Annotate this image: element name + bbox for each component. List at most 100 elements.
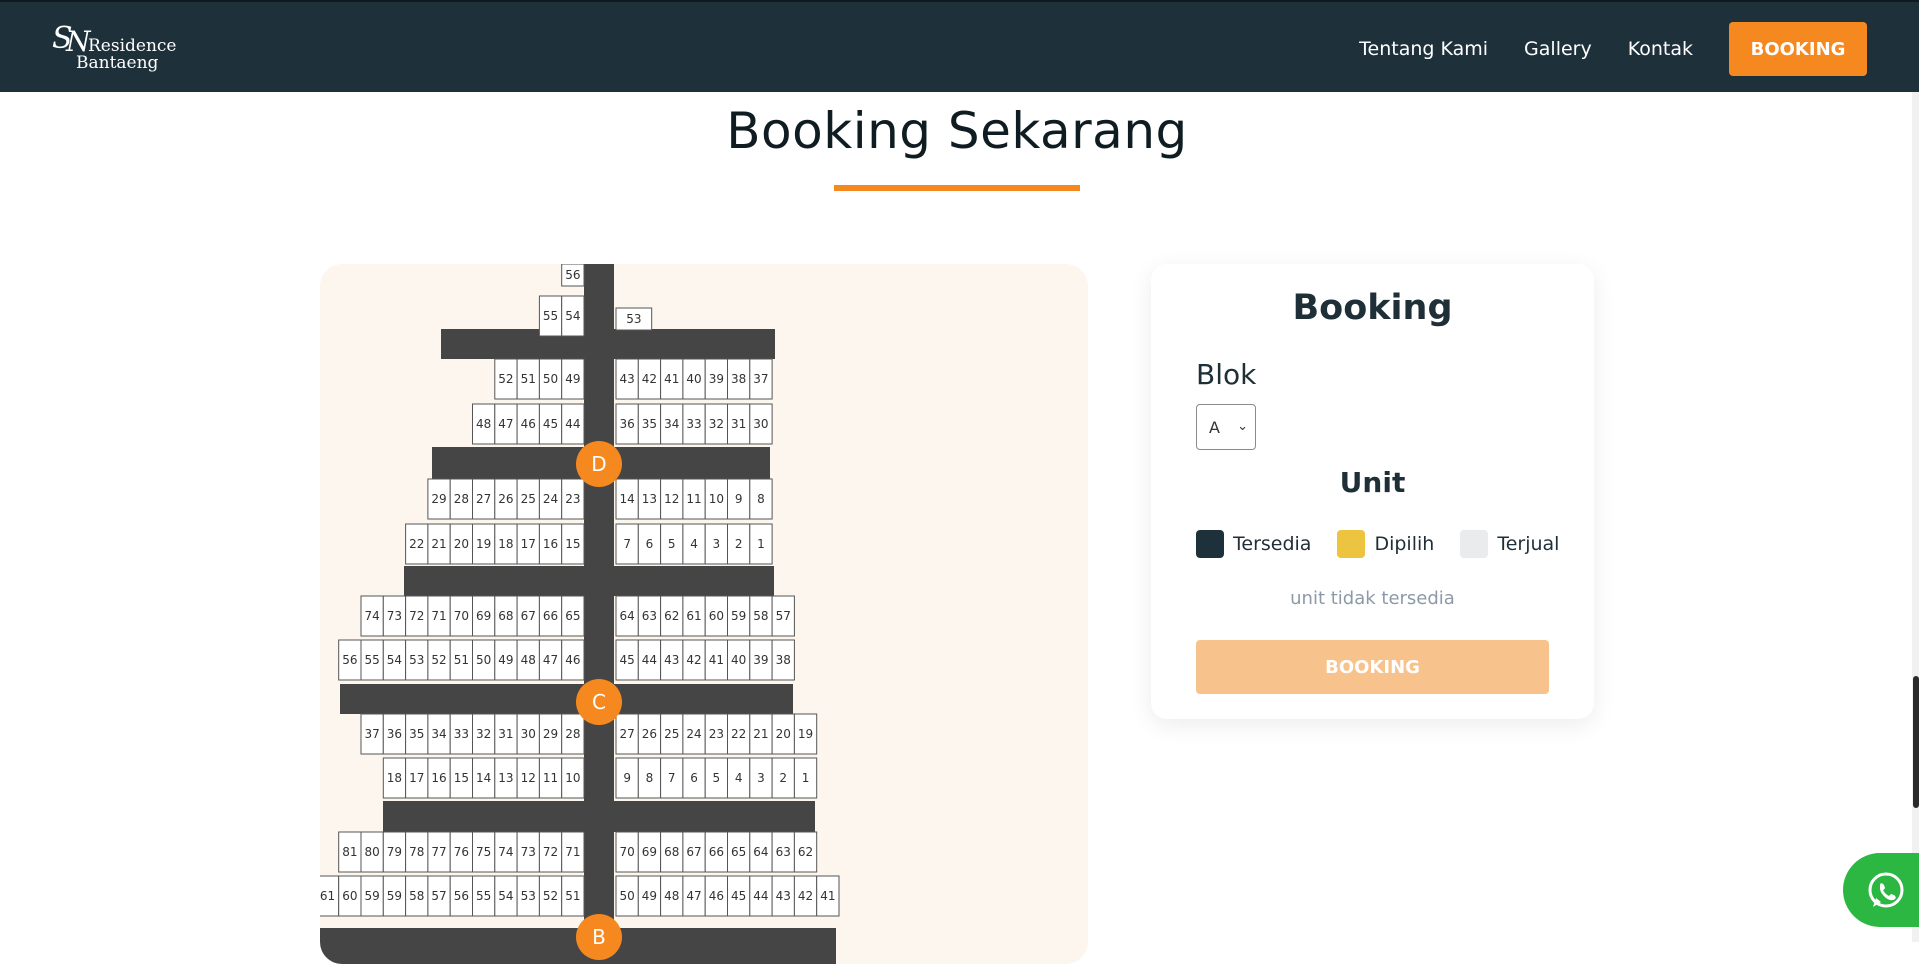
- plot-label[interactable]: 46: [521, 417, 536, 431]
- plot-label[interactable]: 52: [543, 889, 558, 903]
- plot-label[interactable]: 67: [521, 609, 536, 623]
- plot-label[interactable]: 25: [664, 727, 679, 741]
- plot-label[interactable]: 54: [498, 889, 513, 903]
- plot-label[interactable]: 38: [731, 372, 746, 386]
- plot-label[interactable]: 3: [713, 537, 721, 551]
- plot-label[interactable]: 55: [543, 309, 558, 323]
- plot-label[interactable]: 51: [454, 653, 469, 667]
- plot-label[interactable]: 38: [776, 653, 791, 667]
- plot-label[interactable]: 34: [664, 417, 679, 431]
- plot-label[interactable]: 69: [642, 845, 657, 859]
- plot-label[interactable]: 17: [409, 771, 424, 785]
- plot-label[interactable]: 58: [753, 609, 768, 623]
- plot-label[interactable]: 5: [668, 537, 676, 551]
- plot-label[interactable]: 13: [498, 771, 513, 785]
- plot-label[interactable]: 28: [565, 727, 580, 741]
- plot-label[interactable]: 32: [709, 417, 724, 431]
- plot-label[interactable]: 30: [753, 417, 768, 431]
- plot-label[interactable]: 76: [454, 845, 469, 859]
- plot-label[interactable]: 55: [365, 653, 380, 667]
- plot-label[interactable]: 7: [668, 771, 676, 785]
- plot-label[interactable]: 4: [690, 537, 698, 551]
- plot-label[interactable]: 65: [565, 609, 580, 623]
- plot-label[interactable]: 47: [686, 889, 701, 903]
- plot-label[interactable]: 20: [776, 727, 791, 741]
- header-booking-button[interactable]: BOOKING: [1729, 22, 1867, 76]
- plot-label[interactable]: 33: [686, 417, 701, 431]
- plot-label[interactable]: 13: [642, 492, 657, 506]
- plot-label[interactable]: 52: [498, 372, 513, 386]
- plot-label[interactable]: 9: [623, 771, 631, 785]
- plot-label[interactable]: 26: [642, 727, 657, 741]
- plot-label[interactable]: 41: [709, 653, 724, 667]
- plot-label[interactable]: 60: [709, 609, 724, 623]
- plot-label[interactable]: 46: [565, 653, 580, 667]
- plot-label[interactable]: 6: [690, 771, 698, 785]
- nav-tentang-kami[interactable]: Tentang Kami: [1359, 38, 1488, 60]
- plot-label[interactable]: 32: [476, 727, 491, 741]
- plot-label[interactable]: 73: [521, 845, 536, 859]
- plot-label[interactable]: 64: [620, 609, 635, 623]
- plot-label[interactable]: 51: [521, 372, 536, 386]
- plot-label[interactable]: 21: [753, 727, 768, 741]
- plot-label[interactable]: 62: [664, 609, 679, 623]
- plot-label[interactable]: 68: [664, 845, 679, 859]
- plot-label[interactable]: 22: [731, 727, 746, 741]
- plot-label[interactable]: 54: [387, 653, 402, 667]
- plot-label[interactable]: 48: [664, 889, 679, 903]
- plot-label[interactable]: 43: [620, 372, 635, 386]
- plot-label[interactable]: 16: [543, 537, 558, 551]
- plot-label[interactable]: 44: [753, 889, 768, 903]
- plot-label[interactable]: 29: [543, 727, 558, 741]
- plot-label[interactable]: 21: [431, 537, 446, 551]
- plot-label[interactable]: 7: [623, 537, 631, 551]
- plot-label[interactable]: 30: [521, 727, 536, 741]
- plot-label[interactable]: 22: [409, 537, 424, 551]
- plot-label[interactable]: 50: [543, 372, 558, 386]
- plot-label[interactable]: 28: [454, 492, 469, 506]
- plot-label[interactable]: 8: [757, 492, 765, 506]
- plot-label[interactable]: 51: [565, 889, 580, 903]
- plot-label[interactable]: 58: [409, 889, 424, 903]
- plot-label[interactable]: 64: [753, 845, 768, 859]
- plot-label[interactable]: 61: [320, 889, 335, 903]
- plot-label[interactable]: 23: [565, 492, 580, 506]
- plot-label[interactable]: 42: [686, 653, 701, 667]
- plot-label[interactable]: 46: [709, 889, 724, 903]
- plot-label[interactable]: 52: [431, 653, 446, 667]
- plot-label[interactable]: 33: [454, 727, 469, 741]
- plot-label[interactable]: 15: [454, 771, 469, 785]
- plot-label[interactable]: 24: [686, 727, 701, 741]
- plot-label[interactable]: 44: [642, 653, 657, 667]
- plot-label[interactable]: 40: [686, 372, 701, 386]
- plot-label[interactable]: 63: [642, 609, 657, 623]
- plot-label[interactable]: 27: [476, 492, 491, 506]
- plot-label[interactable]: 68: [498, 609, 513, 623]
- plot-label[interactable]: 44: [565, 417, 580, 431]
- plot-label[interactable]: 75: [476, 845, 491, 859]
- plot-label[interactable]: 48: [476, 417, 491, 431]
- plot-label[interactable]: 18: [387, 771, 402, 785]
- plot-label[interactable]: 48: [521, 653, 536, 667]
- plot-label[interactable]: 71: [431, 609, 446, 623]
- plot-label[interactable]: 37: [365, 727, 380, 741]
- plot-label[interactable]: 54: [565, 309, 580, 323]
- plot-label[interactable]: 37: [753, 372, 768, 386]
- plot-label[interactable]: 69: [476, 609, 491, 623]
- plot-label[interactable]: 60: [342, 889, 357, 903]
- plot-label[interactable]: 74: [498, 845, 513, 859]
- scrollbar-track[interactable]: [1912, 92, 1919, 942]
- plot-label[interactable]: 71: [565, 845, 580, 859]
- plot-label[interactable]: 12: [521, 771, 536, 785]
- plot-label[interactable]: 42: [798, 889, 813, 903]
- blok-select[interactable]: A ⌄: [1196, 404, 1256, 450]
- plot-label[interactable]: 27: [620, 727, 635, 741]
- plot-label[interactable]: 8: [646, 771, 654, 785]
- plot-label[interactable]: 35: [642, 417, 657, 431]
- plot-label[interactable]: 65: [731, 845, 746, 859]
- plot-label[interactable]: 43: [664, 653, 679, 667]
- plot-label[interactable]: 2: [735, 537, 743, 551]
- plot-label[interactable]: 47: [498, 417, 513, 431]
- plot-label[interactable]: 62: [798, 845, 813, 859]
- plot-label[interactable]: 41: [820, 889, 835, 903]
